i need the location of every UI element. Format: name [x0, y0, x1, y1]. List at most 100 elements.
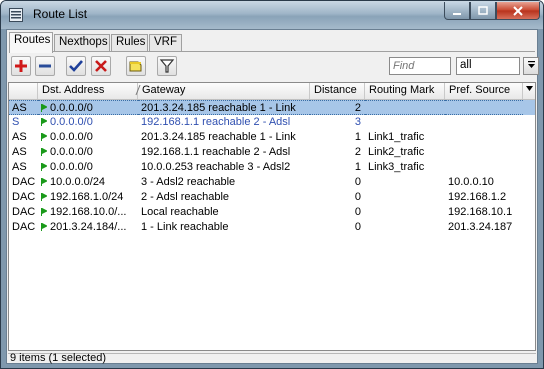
cell-flags-text: AS — [12, 161, 27, 173]
cell-mark — [365, 220, 445, 235]
cell-pref — [445, 160, 523, 175]
cell-pref: 201.3.24.187 — [445, 220, 523, 235]
cell-distance-text: 0 — [354, 191, 361, 203]
cell-flags: AS — [9, 160, 38, 175]
cell-gateway: 201.3.24.185 reachable 1 - Link — [138, 100, 310, 115]
cell-gateway-text: 3 - Adsl2 reachable — [141, 176, 236, 188]
cell-flags-text: AS — [12, 131, 27, 143]
app-icon — [9, 8, 23, 22]
tab-rules[interactable]: Rules — [111, 34, 148, 51]
col-dst-header[interactable]: Dst. Address — [38, 83, 138, 99]
cell-dst: 0.0.0.0/0 — [38, 115, 138, 130]
tab-divider — [9, 51, 535, 52]
cell-dst-text: 0.0.0.0/0 — [50, 116, 93, 128]
cell-pref — [445, 100, 523, 115]
cell-dst: 201.3.24.184/... — [38, 220, 138, 235]
cell-distance: 0 — [310, 175, 365, 190]
cell-flags-text: AS — [12, 102, 27, 114]
comment-button[interactable] — [126, 56, 146, 76]
table-header: Dst. Address Gateway Distance Routing Ma… — [9, 83, 535, 100]
cell-gateway-text: 192.168.1.1 reachable 2 - Adsl — [141, 146, 291, 158]
find-field[interactable] — [389, 57, 454, 75]
cell-flags: AS — [9, 130, 38, 145]
tab-vrf[interactable]: VRF — [149, 34, 182, 51]
cell-distance: 2 — [310, 145, 365, 160]
enable-button[interactable] — [66, 56, 86, 76]
table-row[interactable]: DAC 192.168.10.0/... Local reachable 0 192.1… — [9, 205, 535, 220]
table-row[interactable]: AS 0.0.0.0/0 201.3.24.185 reachable 1 - Li… — [9, 100, 535, 115]
route-flag-icon — [41, 118, 47, 126]
cell-flags: DAC — [9, 190, 38, 205]
disable-button[interactable] — [91, 56, 111, 76]
cell-flags: S — [9, 115, 38, 130]
title-bar[interactable]: Route List — [1, 1, 543, 29]
filter-dropdown-button[interactable] — [523, 57, 539, 75]
col-flags-header[interactable] — [9, 83, 38, 99]
cell-gateway-text: Local reachable — [141, 206, 219, 218]
cell-pref-text: 201.3.24.187 — [448, 221, 513, 233]
cell-pref — [445, 130, 523, 145]
table-row[interactable]: DAC 192.168.1.0/24 2 - Adsl reachable 0 192.… — [9, 190, 535, 205]
cell-dst-text: 192.168.1.0/24 — [50, 191, 124, 203]
col-gateway-header[interactable]: Gateway — [138, 83, 310, 99]
cell-flags: DAC — [9, 175, 38, 190]
cell-distance: 2 — [310, 100, 365, 115]
cell-distance: 1 — [310, 130, 365, 145]
col-routing-mark-header[interactable]: Routing Mark — [365, 83, 445, 99]
status-text: 9 items (1 selected) — [10, 352, 106, 364]
maximize-button[interactable] — [470, 2, 496, 20]
toolbar: all — [9, 55, 539, 79]
minimize-button[interactable] — [444, 2, 470, 20]
cell-flags-text: DAC — [12, 191, 36, 203]
plus-icon — [15, 60, 27, 72]
cell-pref-text: 192.168.1.2 — [448, 191, 507, 203]
cell-mark — [365, 205, 445, 220]
cell-gateway-text: 192.168.1.1 reachable 2 - Adsl — [141, 116, 291, 128]
find-input[interactable] — [390, 58, 454, 74]
filter-button[interactable] — [157, 56, 177, 76]
cell-dst: 0.0.0.0/0 — [38, 130, 138, 145]
cell-gateway-text: 1 - Link reachable — [141, 221, 229, 233]
col-pref-source-header[interactable]: Pref. Source — [445, 83, 523, 99]
minus-icon — [39, 64, 51, 68]
table-row[interactable]: S 0.0.0.0/0 192.168.1.1 reachable 2 - Adsl… — [9, 115, 535, 130]
route-flag-icon — [41, 193, 47, 201]
add-button[interactable] — [11, 56, 31, 76]
tab-nexthops[interactable]: Nexthops — [54, 34, 110, 51]
cell-distance-text: 2 — [354, 146, 361, 158]
cell-dst-text: 192.168.10.0/... — [50, 206, 127, 218]
cell-gateway-text: 201.3.24.185 reachable 1 - Link — [141, 131, 296, 143]
table-row[interactable]: DAC 10.0.0.0/24 3 - Adsl2 reachable 0 10.0.0… — [9, 175, 535, 190]
table-row[interactable]: AS 0.0.0.0/0 10.0.0.253 reachable 3 - Adsl… — [9, 160, 535, 175]
maximize-icon — [478, 6, 488, 15]
cell-flags: AS — [9, 100, 38, 115]
cell-flags-text: DAC — [12, 221, 36, 233]
table-row[interactable]: DAC 201.3.24.184/... 1 - Link reachable 0 20… — [9, 220, 535, 235]
cell-distance-text: 0 — [354, 206, 361, 218]
cell-pref-text: 10.0.0.10 — [448, 176, 494, 188]
cell-distance-text: 1 — [354, 131, 361, 143]
cell-gateway-text: 2 - Adsl reachable — [141, 191, 230, 203]
tab-routes[interactable]: Routes — [9, 32, 53, 53]
check-icon — [69, 60, 83, 72]
table-row[interactable]: AS 0.0.0.0/0 201.3.24.185 reachable 1 - Li… — [9, 130, 535, 145]
col-distance-header[interactable]: Distance — [310, 83, 365, 99]
chevron-down-icon — [525, 86, 533, 91]
cell-flags: AS — [9, 145, 38, 160]
filter-select[interactable]: all — [456, 57, 520, 75]
cell-gateway: 10.0.0.253 reachable 3 - Adsl2 — [138, 160, 310, 175]
cell-dst-text: 0.0.0.0/0 — [50, 102, 93, 114]
cell-distance-text: 0 — [354, 176, 361, 188]
column-menu-button[interactable] — [523, 83, 535, 99]
close-icon — [513, 6, 523, 16]
cell-mark-text: Link1_trafic — [368, 131, 425, 143]
close-button[interactable] — [496, 2, 540, 20]
table-row[interactable]: AS 0.0.0.0/0 192.168.1.1 reachable 2 - Ads… — [9, 145, 535, 160]
cell-dst-text: 201.3.24.184/... — [50, 221, 127, 233]
remove-button[interactable] — [35, 56, 55, 76]
cell-gateway: 3 - Adsl2 reachable — [138, 175, 310, 190]
cell-dst-text: 0.0.0.0/0 — [50, 131, 93, 143]
minimize-icon — [453, 13, 461, 15]
cell-pref: 192.168.10.1 — [445, 205, 523, 220]
cell-mark: Link1_trafic — [365, 130, 445, 145]
